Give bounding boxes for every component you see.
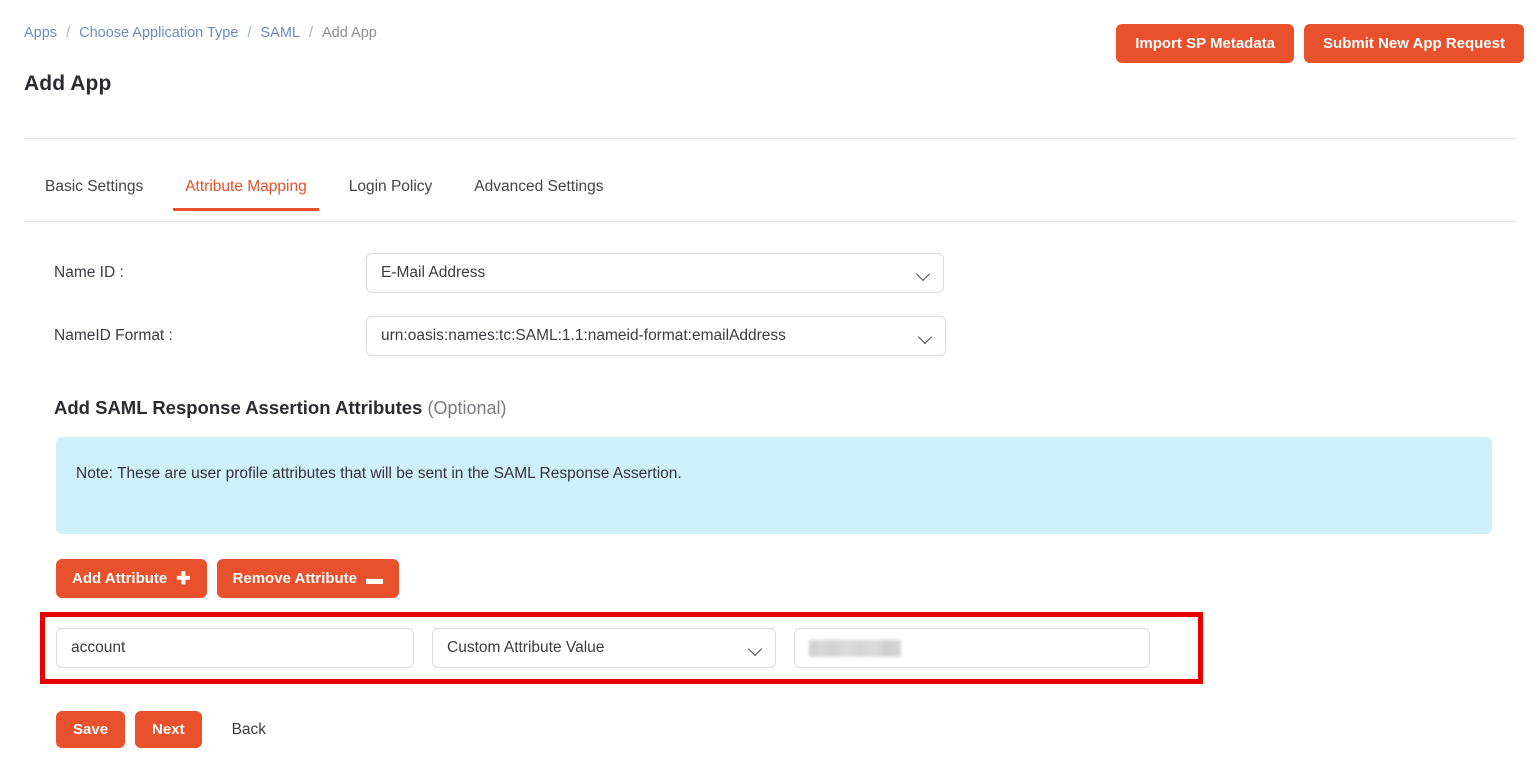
tab-advanced-settings[interactable]: Advanced Settings [453,178,624,210]
add-attribute-button[interactable]: Add Attribute ✚ [56,559,207,598]
nameid-format-row: NameID Format : urn:oasis:names:tc:SAML:… [0,316,1100,356]
tab-login-policy[interactable]: Login Policy [328,178,454,210]
header-actions: Import SP Metadata Submit New App Reques… [1116,24,1524,63]
nameid-format-selected-value: urn:oasis:names:tc:SAML:1.1:nameid-forma… [381,327,786,344]
redacted-value-mask [809,639,901,657]
breadcrumb-separator: / [247,25,252,41]
breadcrumb: Apps / Choose Application Type / SAML / … [24,23,377,43]
breadcrumb-item-choose-application-type[interactable]: Choose Application Type [79,23,238,43]
breadcrumb-item-saml[interactable]: SAML [260,23,300,43]
nameid-format-label: NameID Format : [54,327,173,344]
attribute-custom-value-input[interactable] [794,628,1150,668]
attribute-name-input[interactable] [56,628,414,668]
chevron-down-icon [747,641,763,657]
breadcrumb-separator: / [308,25,314,41]
tab-attribute-mapping[interactable]: Attribute Mapping [164,178,328,211]
add-attribute-label: Add Attribute [72,570,168,587]
add-app-page: Apps / Choose Application Type / SAML / … [0,0,1540,771]
title-divider [24,138,1516,139]
attribute-type-select[interactable]: Custom Attribute Value [432,628,776,668]
chevron-down-icon [917,329,933,345]
save-button[interactable]: Save [56,711,126,748]
remove-attribute-button[interactable]: Remove Attribute ▬ [216,559,399,598]
breadcrumb-item-apps[interactable]: Apps [24,23,57,43]
breadcrumb-separator: / [66,25,71,41]
back-button[interactable]: Back [222,711,276,748]
submit-new-app-request-button[interactable]: Submit New App Request [1304,24,1524,63]
nameid-format-select[interactable]: urn:oasis:names:tc:SAML:1.1:nameid-forma… [366,316,946,356]
assertion-attributes-heading: Add SAML Response Assertion Attributes (… [54,397,507,419]
remove-attribute-label: Remove Attribute [232,570,357,587]
chevron-down-icon [915,266,931,282]
minus-icon: ▬ [365,569,383,588]
footer-actions: Save Next Back [56,711,276,748]
attribute-row: Custom Attribute Value [56,628,1150,668]
name-id-label: Name ID : [54,264,124,281]
page-title: Add App [24,72,112,95]
tab-bar: Basic Settings Attribute Mapping Login P… [24,178,1516,222]
tab-basic-settings[interactable]: Basic Settings [24,178,164,210]
import-sp-metadata-button[interactable]: Import SP Metadata [1116,24,1295,63]
next-button[interactable]: Next [135,711,202,748]
assertion-attributes-optional-label: (Optional) [427,398,507,418]
breadcrumb-item-add-app: Add App [322,25,377,41]
name-id-selected-value: E-Mail Address [381,264,486,281]
attribute-action-buttons: Add Attribute ✚ Remove Attribute ▬ [56,559,399,598]
assertion-note-banner: Note: These are user profile attributes … [56,437,1492,534]
assertion-note-text: Note: These are user profile attributes … [76,465,682,482]
name-id-row: Name ID : E-Mail Address [0,253,1100,293]
name-id-select[interactable]: E-Mail Address [366,253,944,293]
plus-icon: ✚ [176,569,191,588]
attribute-type-selected-value: Custom Attribute Value [447,639,605,656]
assertion-attributes-heading-text: Add SAML Response Assertion Attributes [54,397,423,418]
